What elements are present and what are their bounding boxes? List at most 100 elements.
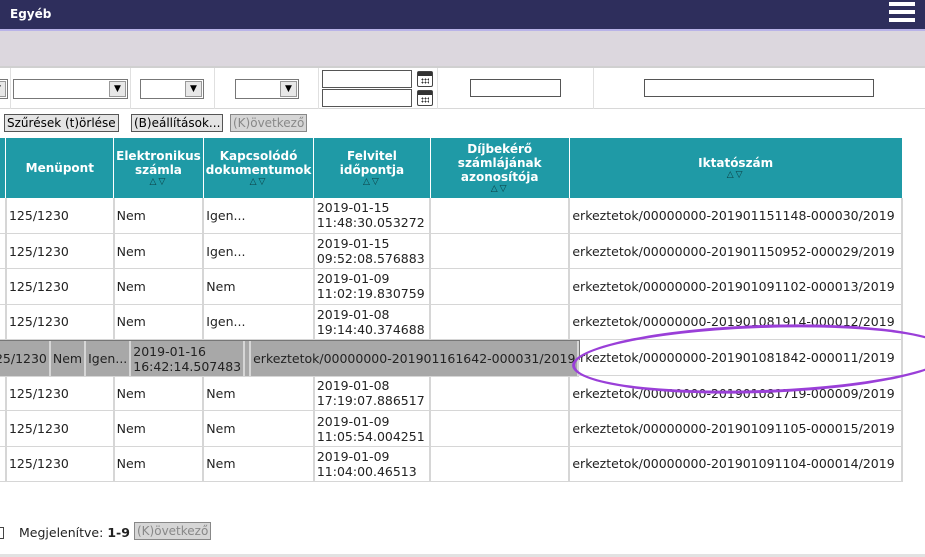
cell-related-docs[interactable]: Nem bbox=[203, 375, 315, 412]
entry-date: 2019-01-08 bbox=[316, 378, 390, 394]
cell-menupoint: 125/1230 bbox=[5, 198, 115, 234]
sort-arrows-icon[interactable]: △▽ bbox=[572, 170, 900, 180]
cell-related-docs[interactable]: Igen... bbox=[85, 341, 132, 377]
settings-button[interactable]: (B)eállítások... bbox=[131, 114, 224, 132]
filter-select-menupoint[interactable]: ▼ bbox=[13, 79, 128, 99]
table-row[interactable]: 125/1230 Nem Nem 2019-01-09 11:04:00.46513 er… bbox=[0, 446, 903, 483]
cell-ref-id bbox=[430, 304, 571, 341]
calendar-icon[interactable] bbox=[417, 90, 433, 106]
cell-related-docs[interactable]: Nem bbox=[203, 268, 315, 305]
cell-related-docs[interactable]: Nem bbox=[203, 446, 315, 483]
dropdown-arrow-icon: ▼ bbox=[185, 81, 202, 97]
entry-time: 19:14:40.374688 bbox=[316, 321, 425, 337]
filter-filing-number-input[interactable] bbox=[644, 79, 874, 97]
divider bbox=[130, 68, 131, 109]
top-header-bar: Egyéb bbox=[0, 0, 925, 29]
table-row[interactable]: 125/1230 Nem Nem 2019-01-08 17:19:07.886517 e… bbox=[0, 375, 903, 412]
entry-time: 11:05:54.004251 bbox=[316, 428, 425, 444]
cell-entry-time: 2019-01-09 11:04:00.46513 bbox=[313, 446, 432, 483]
entry-date: 2019-01-16 bbox=[133, 343, 206, 359]
cell-filing-number: erkeztetok/00000000-201901150952-000029/… bbox=[569, 233, 903, 270]
action-bar: Szűrések (t)örlése (B)eállítások... (K)ö… bbox=[0, 109, 925, 137]
cell-ref-id bbox=[430, 233, 571, 270]
cell-filing-number: erkeztetok/00000000-201901151148-000030/… bbox=[569, 198, 903, 234]
menu-hamburger-icon[interactable] bbox=[889, 2, 915, 26]
cell-einvoice: Nem bbox=[49, 341, 87, 377]
table-row[interactable]: 125/1230 Nem Igen... 2019-01-08 19:14:40.374… bbox=[0, 304, 903, 341]
data-table: ő Menüpont Elektronikus számla△▽ Kapcsol… bbox=[0, 138, 903, 483]
table-row[interactable]: 125/1230 Nem Nem 2019-01-09 11:02:19.830759 e… bbox=[0, 268, 903, 305]
entry-date: 2019-01-09 bbox=[316, 271, 390, 287]
entry-time: 11:04:00.46513 bbox=[316, 463, 417, 479]
clear-filters-button[interactable]: Szűrések (t)örlése bbox=[4, 114, 119, 132]
filter-select-related[interactable]: ▼ bbox=[235, 79, 299, 99]
table-row[interactable]: 125/1230 Nem Igen... 2019-01-15 11:48:30.053… bbox=[0, 198, 903, 234]
select-all-icon[interactable] bbox=[0, 527, 4, 539]
filter-ref-id-input[interactable] bbox=[470, 79, 561, 97]
cell-filing-number: erkeztetok/00000000-201901081842-000011/… bbox=[569, 340, 903, 376]
cell-related-docs[interactable]: Igen... bbox=[203, 233, 315, 270]
entry-time: 09:52:08.576883 bbox=[316, 251, 425, 267]
sort-arrows-icon[interactable]: △▽ bbox=[206, 177, 312, 187]
entry-time: 11:48:30.053272 bbox=[316, 215, 425, 231]
cell-menupoint: 125/1230 bbox=[5, 410, 115, 447]
sort-arrows-icon[interactable]: △▽ bbox=[433, 184, 567, 194]
divider bbox=[437, 68, 438, 109]
calendar-icon[interactable] bbox=[417, 71, 433, 87]
cell-ref-id bbox=[430, 268, 571, 305]
column-header-related-docs[interactable]: Kapcsolódó dokumentumok △▽ bbox=[203, 138, 315, 198]
cell-menupoint: 125/1230 bbox=[5, 375, 115, 412]
cell-related-docs[interactable]: Igen... bbox=[203, 198, 315, 234]
entry-date: 2019-01-15 bbox=[316, 236, 390, 252]
cell-filing-number: erkeztetok/00000000-201901161642-000031/… bbox=[250, 341, 580, 377]
sort-arrows-icon[interactable]: △▽ bbox=[116, 177, 201, 187]
cell-menupoint: 125/1230 bbox=[0, 341, 51, 377]
column-header-einvoice[interactable]: Elektronikus számla △▽ bbox=[113, 138, 204, 198]
cell-entry-time: 2019-01-16 16:42:14.507483 bbox=[130, 341, 246, 377]
cell-ref-id bbox=[430, 410, 571, 447]
pagination-status: Megjelenítve: 1-9 bbox=[19, 525, 130, 540]
divider bbox=[318, 68, 319, 109]
cell-einvoice: Nem bbox=[113, 410, 205, 447]
cell-entry-time: 2019-01-09 11:05:54.004251 bbox=[313, 410, 432, 447]
cell-menupoint: 125/1230 bbox=[5, 268, 115, 305]
entry-date: 2019-01-08 bbox=[316, 306, 390, 322]
cell-einvoice: Nem bbox=[113, 268, 205, 305]
cell-entry-time: 2019-01-08 19:14:40.374688 bbox=[313, 304, 432, 341]
cell-ref-id bbox=[430, 198, 571, 234]
next-page-button[interactable]: (K)övetkező bbox=[230, 114, 308, 132]
table-row[interactable]: 125/1230 Nem Nem 2019-01-09 11:05:54.004251 e… bbox=[0, 410, 903, 447]
entry-date: 2019-01-09 bbox=[316, 413, 390, 429]
pagination-footer: Megjelenítve: 1-9 (K)övetkező bbox=[0, 516, 925, 557]
sort-arrows-icon[interactable]: △▽ bbox=[316, 177, 427, 187]
filter-date-to-input[interactable] bbox=[322, 89, 412, 107]
cell-filing-number: erkeztetok/00000000-201901091104-000014/… bbox=[569, 446, 903, 483]
table-row[interactable]: 125/1230NemIgen...2019-01-1616:42:14.507… bbox=[0, 340, 581, 377]
table-header-row: ő Menüpont Elektronikus számla△▽ Kapcsol… bbox=[0, 138, 903, 198]
divider bbox=[593, 68, 594, 109]
entry-time: 11:02:19.830759 bbox=[316, 286, 425, 302]
entry-date: 2019-01-09 bbox=[316, 448, 390, 464]
column-header-menupoint[interactable]: Menüpont bbox=[5, 138, 115, 198]
cell-filing-number: erkeztetok/00000000-201901081914-000012/… bbox=[569, 304, 903, 341]
cell-einvoice: Nem bbox=[113, 375, 205, 412]
cell-entry-time: 2019-01-08 17:19:07.886517 bbox=[313, 375, 432, 412]
divider bbox=[10, 68, 11, 109]
cell-ref-id bbox=[430, 375, 571, 412]
column-header-filing-number[interactable]: Iktatószám △▽ bbox=[569, 138, 903, 198]
filter-bar: ▼ ▼ ▼ ▼ bbox=[0, 66, 925, 109]
cell-einvoice: Nem bbox=[113, 304, 205, 341]
entry-time: 17:19:07.886517 bbox=[316, 393, 425, 409]
footer-next-page-button[interactable]: (K)övetkező bbox=[134, 522, 212, 540]
column-header-entry-time[interactable]: Felvitel időpontja △▽ bbox=[313, 138, 431, 198]
cell-einvoice: Nem bbox=[113, 233, 205, 270]
cell-entry-time: 2019-01-15 11:48:30.053272 bbox=[313, 198, 432, 234]
table-row[interactable]: 125/1230 Nem Igen... 2019-01-15 09:52:08.576… bbox=[0, 233, 903, 270]
cell-related-docs[interactable]: Igen... bbox=[203, 304, 315, 341]
filter-select-first[interactable]: ▼ bbox=[0, 79, 8, 99]
column-header-ref-id[interactable]: Díjbekérő számlájának azonosítója △▽ bbox=[430, 138, 570, 198]
cell-einvoice: Nem bbox=[113, 198, 205, 234]
cell-related-docs[interactable]: Nem bbox=[203, 410, 315, 447]
filter-select-einvoice[interactable]: ▼ bbox=[140, 79, 204, 99]
filter-date-from-input[interactable] bbox=[322, 70, 412, 88]
